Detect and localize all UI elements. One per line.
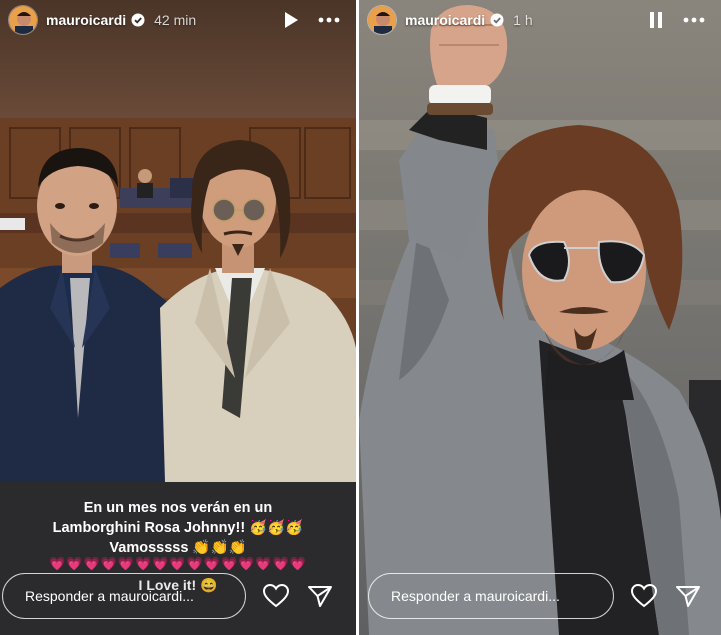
story-caption: En un mes nos verán en un Lamborghini Ro… [10, 498, 346, 558]
more-icon[interactable] [683, 9, 705, 31]
reply-bar: Responder a mauroicardi... [359, 573, 721, 619]
heart-icon[interactable] [630, 582, 658, 610]
story-right: mauroicardi 1 h Responder a mauroicardi.… [359, 0, 721, 635]
heart-icon[interactable] [262, 582, 290, 610]
story-header: mauroicardi 42 min [0, 0, 356, 40]
send-icon[interactable] [306, 582, 334, 610]
avatar[interactable] [367, 5, 397, 35]
story-left: mauroicardi 42 min En un mes nos verán e… [0, 0, 356, 635]
post-time: 42 min [154, 12, 197, 28]
verified-badge-icon [131, 13, 145, 27]
caption-line: Lamborghini Rosa Johnny!! 🥳🥳🥳 [52, 520, 304, 536]
story-photo-courtroom[interactable] [0, 118, 356, 482]
send-icon[interactable] [674, 582, 702, 610]
verified-badge-icon [490, 13, 504, 27]
caption-line: En un mes nos verán en un [83, 500, 273, 516]
reply-bar: Responder a mauroicardi... [0, 573, 356, 619]
story-header: mauroicardi 1 h [359, 0, 721, 40]
story-photo-raised-fist[interactable] [359, 0, 721, 635]
post-time: 1 h [513, 12, 533, 28]
reply-input[interactable]: Responder a mauroicardi... [368, 573, 614, 619]
username[interactable]: mauroicardi [46, 12, 126, 28]
pause-icon[interactable] [645, 9, 667, 31]
hearts-row: 💗💗💗💗💗💗💗💗💗💗💗💗💗💗💗 [49, 556, 307, 571]
more-icon[interactable] [318, 9, 340, 31]
username[interactable]: mauroicardi [405, 12, 485, 28]
avatar[interactable] [8, 5, 38, 35]
caption-line: Vamosssss 👏👏👏 [109, 540, 247, 556]
play-icon[interactable] [280, 9, 302, 31]
reply-input[interactable]: Responder a mauroicardi... [2, 573, 246, 619]
